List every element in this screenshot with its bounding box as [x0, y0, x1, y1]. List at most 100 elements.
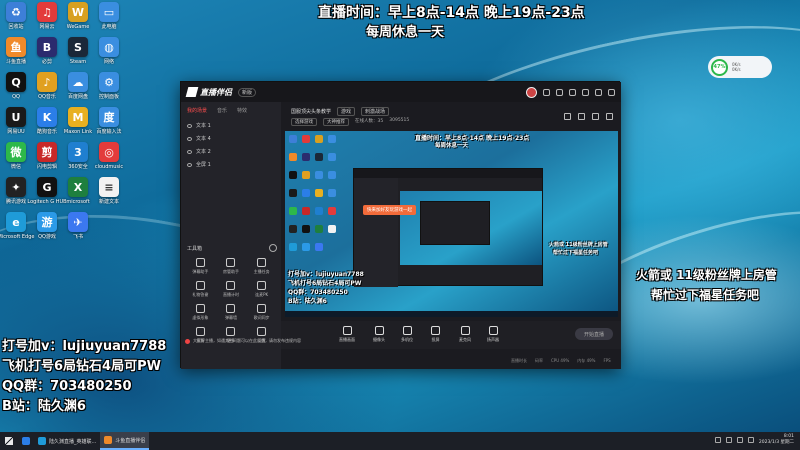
- room-info[interactable]: 大神推荐: [323, 118, 349, 126]
- tool-item[interactable]: 弹幕助手: [185, 258, 216, 275]
- preview-desktop-icon: [289, 171, 297, 179]
- tray-chevron-icon[interactable]: [714, 437, 721, 443]
- desktop-icon[interactable]: e Microsoft Edge: [0, 212, 34, 254]
- tool-icon: [257, 281, 267, 290]
- tool-item[interactable]: 主播任务: [246, 258, 277, 275]
- tool-icon: [226, 281, 236, 290]
- cast-button[interactable]: 投屏: [431, 326, 440, 343]
- microphone-button[interactable]: 麦克风: [459, 326, 471, 343]
- app-icon: G: [37, 177, 57, 197]
- tool-item[interactable]: 礼物答谢: [185, 281, 216, 298]
- status-bar: 直播时长 码率 CPU 49% 内存 49% FPS: [511, 358, 611, 363]
- live-preview[interactable]: 快来加好友玩游戏一起 直播时间：早上8点-14点 晚上19点-23点 每周休息一…: [285, 131, 618, 317]
- desktop-icon[interactable]: ✈ 飞书: [62, 212, 94, 254]
- system-monitor-widget[interactable]: 47% 0K/s 0K/s: [708, 56, 772, 78]
- tool-icon: [195, 327, 205, 336]
- tab-music[interactable]: 音乐: [217, 107, 227, 114]
- eye-icon[interactable]: [187, 136, 192, 141]
- schedule-text: 直播时间：早上8点-14点 晚上19点-23点: [318, 5, 585, 21]
- layout-icon[interactable]: [564, 113, 571, 120]
- preview-rest-text: 每周休息一天: [435, 143, 469, 149]
- app-icon: ♫: [37, 2, 57, 22]
- close-icon[interactable]: [608, 89, 615, 96]
- eye-icon[interactable]: [187, 123, 192, 128]
- app-icon: 微: [6, 142, 26, 162]
- tray-volume-icon[interactable]: [736, 437, 743, 443]
- tool-item[interactable]: 连麦PK: [246, 281, 277, 298]
- preview-desktop-icon: [302, 207, 310, 215]
- app-icon: 鱼: [6, 37, 26, 57]
- taskbar-clock[interactable]: 8:01 2023/1/3 星期二: [759, 434, 794, 446]
- preview-desktop-icon: [328, 171, 336, 179]
- tool-item[interactable]: 房管助手: [216, 258, 247, 275]
- go-live-button[interactable]: 开始直播: [575, 328, 613, 340]
- taskbar-app-vscode[interactable]: [18, 432, 34, 450]
- speaker-icon: [488, 326, 498, 335]
- notice-icon: [185, 338, 190, 344]
- add-tool-icon[interactable]: [269, 244, 277, 252]
- tray-ime-icon[interactable]: [747, 437, 754, 443]
- preview-desktop-icon: [302, 153, 310, 161]
- windows-icon: [5, 437, 13, 445]
- tab-effects[interactable]: 特效: [237, 107, 247, 114]
- maximize-icon[interactable]: [595, 89, 602, 96]
- user-avatar[interactable]: [526, 87, 537, 98]
- eye-icon[interactable]: [187, 162, 192, 167]
- room-tag[interactable]: 刺激战场: [361, 107, 390, 116]
- room-title[interactable]: 国服顶尖头条教学: [291, 108, 331, 115]
- menu-icon[interactable]: [569, 89, 576, 96]
- taskbar-app-browser[interactable]: 陆久渊直播_英雄联...: [34, 432, 100, 450]
- app-icon: ✈: [68, 212, 88, 232]
- microphone-icon: [460, 326, 470, 335]
- contact-line: QQ群：703480250: [2, 379, 132, 394]
- taskbar-app-live-companion[interactable]: 斗鱼直播伴侣: [100, 432, 150, 450]
- app-icon: ⚙: [99, 72, 119, 92]
- settings-icon[interactable]: [556, 89, 563, 96]
- tool-icon: [257, 258, 267, 267]
- scene-item[interactable]: 全屏 1: [181, 158, 281, 171]
- app-icon: ✦: [6, 177, 26, 197]
- tool-item[interactable]: 虚拟形象: [185, 304, 216, 321]
- preview-desktop-icon: [302, 189, 310, 197]
- app-icon: [22, 437, 30, 445]
- minimize-icon[interactable]: [582, 89, 589, 96]
- scene-item[interactable]: 文本 2: [181, 145, 281, 158]
- desktop-icon-label: 网易云: [39, 24, 55, 30]
- preview-contact-line: 飞机打号6局钻石4局可PW: [288, 280, 362, 287]
- room-tag[interactable]: 游戏: [337, 107, 356, 116]
- gift-icon[interactable]: [592, 113, 599, 120]
- window-titlebar[interactable]: 直播伴侣 新版: [181, 82, 621, 102]
- preview-contact-line: 打号加v：lujiuyuan7788: [288, 271, 364, 278]
- share-icon[interactable]: [578, 113, 585, 120]
- eye-icon[interactable]: [187, 149, 192, 154]
- preview-desktop-icon: [315, 135, 323, 143]
- desktop-icon[interactable]: 游 QQ游戏: [31, 212, 63, 254]
- app-icon: B: [37, 37, 57, 57]
- app-title: 直播伴侣: [200, 87, 232, 97]
- preview-contact-line: B站：陆久渊6: [288, 298, 327, 305]
- desktop-icon-label: Logitech G HUB: [27, 199, 67, 205]
- tool-item[interactable]: 歌词同步: [246, 304, 277, 321]
- app-icon: 3: [68, 142, 88, 162]
- tool-item[interactable]: 直播计时: [216, 281, 247, 298]
- grid-icon[interactable]: [606, 113, 613, 120]
- speaker-button[interactable]: 扬声器: [487, 326, 499, 343]
- preview-desktop-icon: [302, 243, 310, 251]
- tool-icon: [195, 281, 205, 290]
- tab-scenes[interactable]: 我的场景: [187, 107, 207, 114]
- version-badge[interactable]: 新版: [238, 87, 257, 97]
- scene-item[interactable]: 文本 1: [181, 119, 281, 132]
- message-icon[interactable]: [543, 89, 550, 96]
- desktop-icon-label: 斗鱼直播: [5, 59, 26, 65]
- tool-icon: [226, 258, 236, 267]
- scene-item[interactable]: 文本 4: [181, 132, 281, 145]
- desktop-icon[interactable]: ≡ 新建文本: [93, 177, 125, 219]
- start-button[interactable]: [0, 432, 18, 450]
- desktop-icon-label: QQ: [12, 94, 20, 100]
- desktop-icon-label: 酷狗音乐: [36, 129, 57, 135]
- desktop-icon-label: WeGame: [66, 24, 90, 30]
- tray-network-icon[interactable]: [725, 437, 732, 443]
- room-info[interactable]: 选择游戏: [291, 118, 317, 126]
- toolbox-grid: 弹幕助手 房管助手 主播任务 礼物答谢 直播计时 连麦PK 虚拟形象 弹幕墙 歌词同步 投票 更多设…: [185, 258, 277, 344]
- tool-item[interactable]: 弹幕墙: [216, 304, 247, 321]
